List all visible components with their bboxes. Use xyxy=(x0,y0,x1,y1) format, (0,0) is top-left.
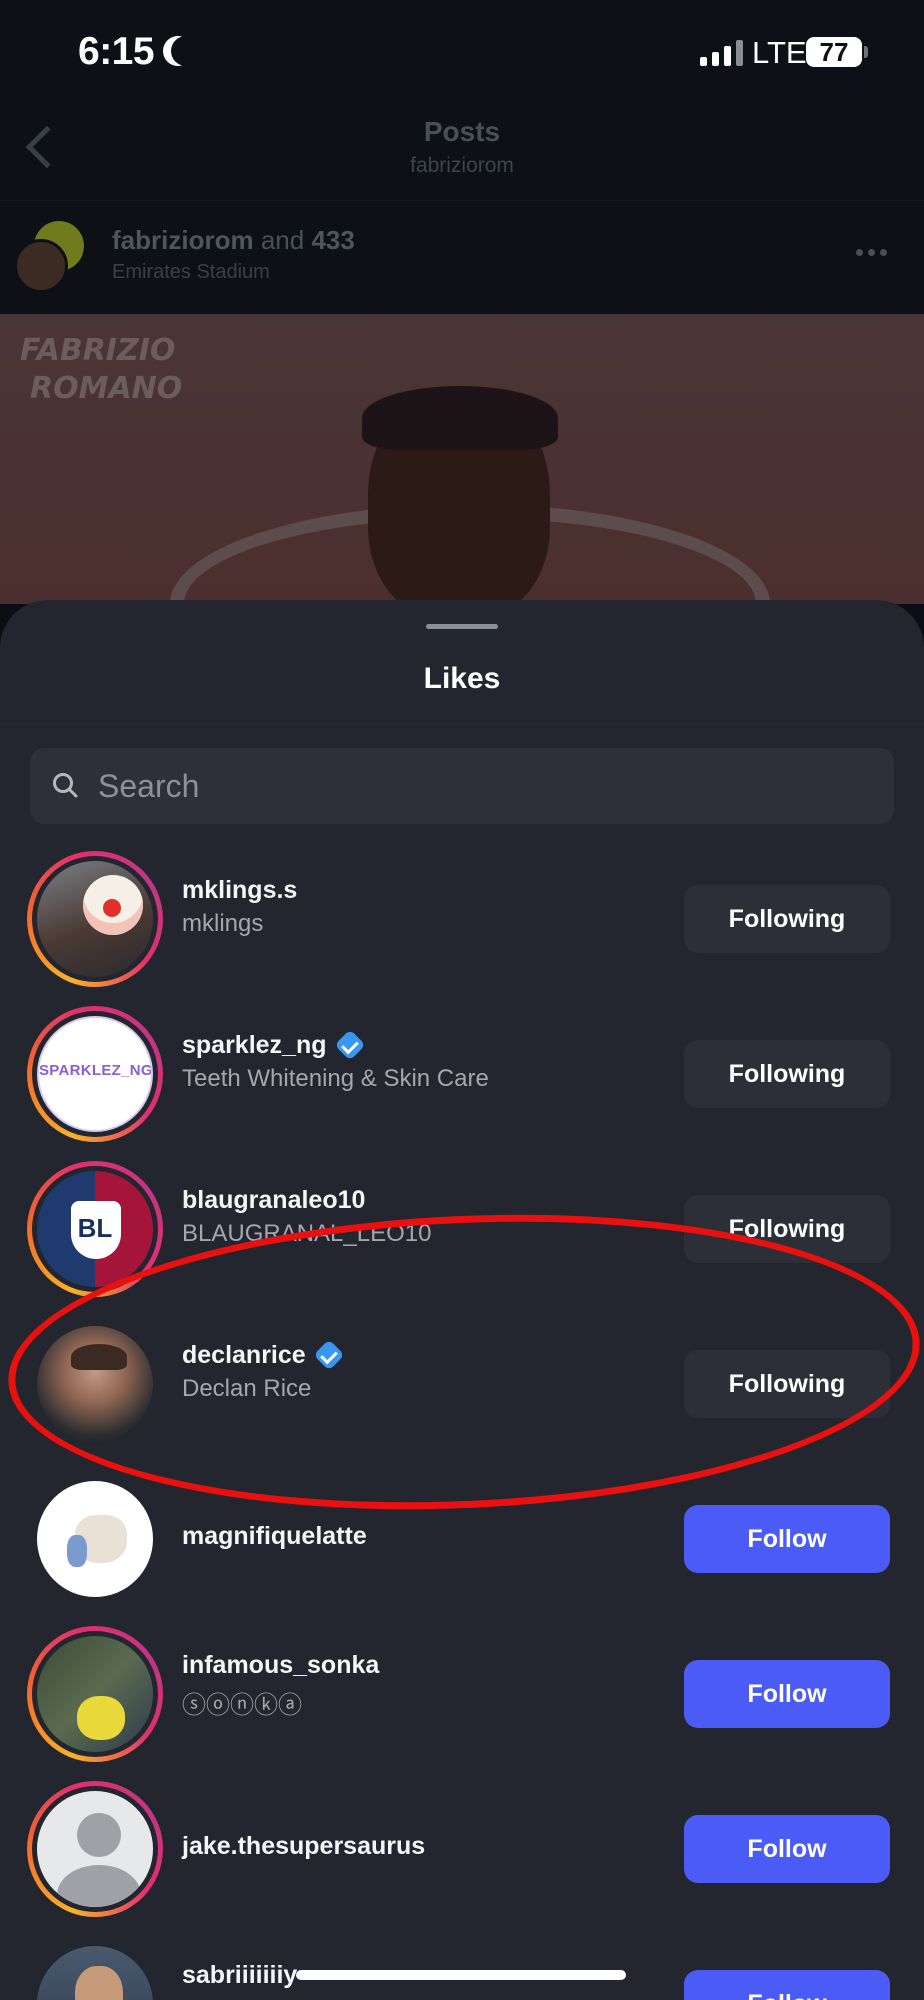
status-time: 6:15 xyxy=(78,30,155,73)
user-info[interactable]: mklings.s mklings xyxy=(182,874,662,942)
more-options-icon[interactable] xyxy=(856,249,887,256)
sheet-title: Likes xyxy=(423,662,501,695)
user-info[interactable]: magnifiquelatte xyxy=(182,1520,662,1552)
following-button[interactable]: Following xyxy=(684,1040,890,1108)
network-type: LTE xyxy=(752,35,807,70)
full-name: ⓢⓞⓝⓚⓐ xyxy=(182,1692,302,1719)
avatar-frame[interactable] xyxy=(27,1936,163,2000)
username[interactable]: mklings.s xyxy=(182,874,662,906)
full-name: Teeth Whitening & Skin Care xyxy=(182,1065,489,1092)
avatar[interactable] xyxy=(37,1481,153,1597)
full-name: BLAUGRANAL_LEO10 xyxy=(182,1220,432,1247)
user-info[interactable]: declanrice Declan Rice xyxy=(182,1339,662,1407)
watermark-line-2: ROMANO xyxy=(30,371,183,406)
author-primary[interactable]: fabriziorom xyxy=(112,225,254,255)
follow-button[interactable]: Follow xyxy=(684,1815,890,1883)
battery-cap xyxy=(864,46,868,58)
nav-subtitle: fabriziorom xyxy=(410,154,514,177)
story-ring[interactable]: BL xyxy=(27,1161,163,1297)
story-ring[interactable] xyxy=(27,851,163,987)
avatar[interactable] xyxy=(37,1636,153,1752)
like-row[interactable]: mklings.s mklings Following xyxy=(0,838,924,993)
story-ring[interactable] xyxy=(27,1781,163,1917)
full-name: Declan Rice xyxy=(182,1375,312,1402)
avatar-logo-text: SPARKLEZ_NG xyxy=(39,1062,153,1079)
image-headband xyxy=(362,386,558,450)
story-ring[interactable]: SPARKLEZ_NG xyxy=(27,1006,163,1142)
verified-badge-icon xyxy=(316,1342,342,1368)
avatar-frame[interactable] xyxy=(27,1471,163,1607)
post-authors[interactable]: fabriziorom and 433 xyxy=(112,225,355,256)
user-info[interactable]: blaugranaleo10 BLAUGRANAL_LEO10 xyxy=(182,1184,662,1252)
author-avatar[interactable] xyxy=(14,239,68,293)
search-input[interactable] xyxy=(98,748,868,824)
user-info[interactable]: infamous_sonka ⓢⓞⓝⓚⓐ xyxy=(182,1649,662,1720)
verified-badge-icon xyxy=(337,1032,363,1058)
like-row[interactable]: sabriiiiiiiy Follow xyxy=(0,1923,924,2000)
post-location[interactable]: Emirates Stadium xyxy=(112,261,270,284)
follow-button[interactable]: Follow xyxy=(684,1660,890,1728)
follow-button[interactable]: Follow xyxy=(684,1505,890,1573)
author-joiner: and xyxy=(260,225,305,255)
cellular-signal-icon xyxy=(700,40,743,66)
avatar[interactable]: BL xyxy=(37,1171,153,1287)
avatar[interactable] xyxy=(37,1326,153,1442)
like-row[interactable]: magnifiquelatte Follow xyxy=(0,1458,924,1613)
following-button[interactable]: Following xyxy=(684,1350,890,1418)
posts-nav-bar: Posts fabriziorom xyxy=(0,104,924,200)
status-bar: 6:15 LTE 77 xyxy=(0,0,924,104)
like-row[interactable]: declanrice Declan Rice Following xyxy=(0,1303,924,1458)
search-bar[interactable] xyxy=(30,748,894,824)
home-indicator[interactable] xyxy=(296,1970,626,1980)
like-row[interactable]: BL blaugranaleo10 BLAUGRANAL_LEO10 Follo… xyxy=(0,1148,924,1303)
battery-icon: 77 xyxy=(806,37,862,67)
search-icon xyxy=(53,773,78,798)
nav-title: Posts xyxy=(423,116,501,147)
username[interactable]: infamous_sonka xyxy=(182,1649,662,1681)
avatar-frame[interactable] xyxy=(27,1316,163,1452)
default-avatar-icon[interactable] xyxy=(37,1791,153,1907)
following-button[interactable]: Following xyxy=(684,885,890,953)
like-row[interactable]: SPARKLEZ_NG sparklez_ng Teeth Whitening … xyxy=(0,993,924,1148)
sheet-divider xyxy=(0,726,924,727)
background-post-screen: Posts fabriziorom fabriziorom and 433 Em… xyxy=(0,104,924,604)
full-name: mklings xyxy=(182,910,264,937)
avatar-logo-text: BL xyxy=(77,1213,113,1243)
avatar[interactable] xyxy=(37,1946,153,2000)
avatar[interactable] xyxy=(37,861,153,977)
likes-sheet: Likes mklings.s mklings Following SPARKL… xyxy=(0,600,924,2000)
author-secondary[interactable]: 433 xyxy=(311,225,354,255)
username[interactable]: sparklez_ng xyxy=(182,1029,662,1061)
username[interactable]: jake.thesupersaurus xyxy=(182,1830,662,1862)
like-row[interactable]: infamous_sonka ⓢⓞⓝⓚⓐ Follow xyxy=(0,1613,924,1768)
avatar[interactable]: SPARKLEZ_NG xyxy=(37,1016,153,1132)
like-row[interactable]: jake.thesupersaurus Follow xyxy=(0,1768,924,1923)
image-watermark: FABRIZIO ROMANO xyxy=(20,332,182,408)
user-info[interactable]: sparklez_ng Teeth Whitening & Skin Care xyxy=(182,1029,662,1097)
following-button[interactable]: Following xyxy=(684,1195,890,1263)
user-info[interactable]: jake.thesupersaurus xyxy=(182,1830,662,1862)
watermark-line-1: FABRIZIO xyxy=(20,333,176,368)
focus-moon-icon xyxy=(171,36,201,66)
post-header: fabriziorom and 433 Emirates Stadium xyxy=(0,200,924,314)
sheet-grabber[interactable] xyxy=(426,624,498,629)
follow-button[interactable]: Follow xyxy=(684,1970,890,2000)
post-image: FABRIZIO ROMANO xyxy=(0,314,924,604)
story-ring[interactable] xyxy=(27,1626,163,1762)
username[interactable]: blaugranaleo10 xyxy=(182,1184,662,1216)
username[interactable]: declanrice xyxy=(182,1339,662,1371)
username[interactable]: magnifiquelatte xyxy=(182,1520,662,1552)
